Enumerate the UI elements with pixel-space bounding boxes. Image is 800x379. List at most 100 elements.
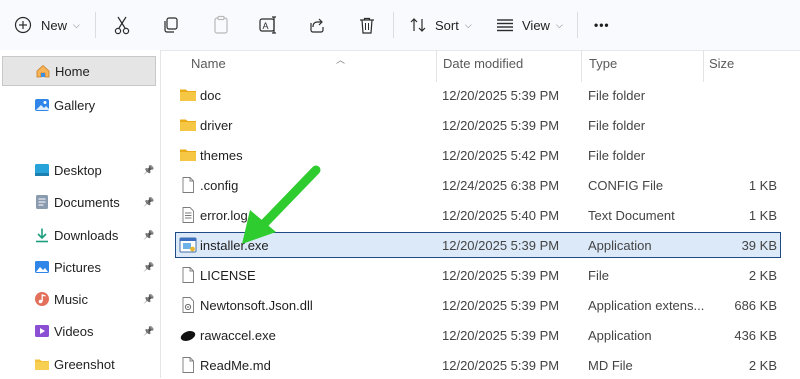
sidebar-item-documents[interactable]: Documents 📌 [2, 187, 156, 217]
file-name: LICENSE [200, 268, 256, 283]
mouse-app-icon [180, 331, 196, 341]
sidebar-item-music[interactable]: Music 📌 [2, 284, 156, 314]
sidebar-item-gallery[interactable]: Gallery [2, 90, 156, 120]
folder-icon [35, 359, 49, 370]
file-size: 39 KB [741, 238, 777, 253]
column-header-type[interactable]: Type [589, 56, 617, 71]
view-button[interactable]: View ⌵ [496, 10, 563, 40]
command-bar: New ⌵ A Sort ⌵ View ⌵ ••• [0, 0, 800, 51]
new-button[interactable]: New ⌵ [14, 10, 80, 40]
annotation-arrow-icon [242, 165, 321, 244]
sidebar-item-label: Home [55, 63, 90, 79]
column-header-name[interactable]: Name ︿ [191, 55, 345, 71]
sort-icon [410, 18, 426, 32]
delete-button[interactable] [358, 10, 376, 40]
folder-icon [180, 119, 196, 131]
column-divider[interactable] [581, 50, 582, 82]
file-type: Application [588, 328, 652, 343]
sidebar-item-pictures[interactable]: Pictures 📌 [2, 252, 156, 282]
file-type: Application [588, 238, 652, 253]
plus-circle-icon [14, 16, 32, 34]
scissors-icon [114, 16, 130, 35]
file-type: File folder [588, 118, 646, 133]
desktop-icon [35, 164, 49, 176]
paste-button[interactable] [212, 10, 230, 40]
column-divider[interactable] [436, 50, 437, 82]
file-date: 12/20/2025 5:39 PM [442, 268, 560, 283]
file-type: MD File [588, 358, 633, 373]
file-date: 12/20/2025 5:39 PM [442, 118, 560, 133]
file-type: File folder [588, 148, 646, 163]
chevron-down-icon: ⌵ [555, 19, 563, 30]
sidebar-item-label: Documents [54, 194, 120, 210]
file-name: doc [200, 88, 221, 103]
more-options-button[interactable]: ••• [594, 10, 610, 40]
column-header-date[interactable]: Date modified [443, 56, 523, 71]
chevron-down-icon: ⌵ [464, 19, 472, 30]
pin-icon[interactable]: 📌 [143, 197, 154, 208]
column-header-label: Date modified [443, 56, 524, 71]
file-type: File [588, 268, 609, 283]
toolbar-divider [393, 12, 394, 38]
toolbar-divider [577, 12, 578, 38]
file-size: 436 KB [734, 328, 777, 343]
dll-icon [182, 297, 194, 313]
file-type: Application extens... [588, 298, 705, 313]
file-icon [182, 177, 194, 193]
share-icon [310, 18, 324, 33]
sort-label: Sort [435, 17, 459, 33]
file-icon [182, 357, 194, 373]
file-row[interactable]: LICENSE 12/20/2025 5:39 PM File 2 KB [175, 262, 781, 288]
videos-icon [35, 325, 49, 337]
sidebar-item-label: Downloads [54, 227, 119, 243]
copy-button[interactable] [162, 10, 180, 40]
file-date: 12/24/2025 6:38 PM [442, 178, 560, 193]
column-divider[interactable] [703, 50, 704, 82]
pin-icon[interactable]: 📌 [143, 294, 154, 305]
pin-icon[interactable]: 📌 [143, 230, 154, 241]
folder-icon [180, 89, 196, 101]
file-row[interactable]: doc 12/20/2025 5:39 PM File folder [175, 82, 781, 108]
pin-icon[interactable]: 📌 [143, 326, 154, 337]
sidebar-item-desktop[interactable]: Desktop 📌 [2, 155, 156, 185]
file-row[interactable]: ReadMe.md 12/20/2025 5:39 PM MD File 2 K… [175, 352, 781, 378]
file-name: Newtonsoft.Json.dll [200, 298, 313, 313]
file-name: driver [200, 118, 233, 133]
sidebar-item-home[interactable]: Home [2, 56, 156, 86]
sidebar-item-downloads[interactable]: Downloads 📌 [2, 220, 156, 250]
cut-button[interactable] [113, 10, 131, 40]
rename-button[interactable]: A [259, 10, 279, 40]
column-header-label: Type [589, 56, 618, 71]
share-button[interactable] [309, 10, 327, 40]
file-type: Text Document [588, 208, 675, 223]
downloads-icon [36, 228, 48, 243]
more-dots-icon: ••• [594, 18, 610, 32]
copy-icon [164, 17, 178, 33]
view-list-icon [497, 19, 513, 32]
pictures-icon [35, 261, 49, 273]
column-header-size[interactable]: Size [709, 56, 734, 71]
sort-button[interactable]: Sort ⌵ [409, 10, 472, 40]
music-icon [35, 292, 49, 306]
file-size: 686 KB [734, 298, 777, 313]
gallery-icon [35, 99, 49, 111]
documents-icon [36, 195, 48, 209]
pin-icon[interactable]: 📌 [143, 262, 154, 273]
new-label: New [41, 17, 68, 33]
file-type: CONFIG File [588, 178, 664, 193]
chevron-down-icon: ⌵ [73, 19, 80, 30]
sidebar-item-label: Greenshot [54, 356, 115, 372]
trash-icon [360, 17, 374, 34]
sidebar-item-videos[interactable]: Videos 📌 [2, 316, 156, 346]
file-name: rawaccel.exe [200, 328, 276, 343]
pin-icon[interactable]: 📌 [143, 165, 154, 176]
file-date: 12/20/2025 5:42 PM [442, 148, 560, 163]
file-row[interactable]: rawaccel.exe 12/20/2025 5:39 PM Applicat… [175, 322, 781, 348]
rename-icon: A [259, 16, 276, 34]
sidebar-item-greenshot[interactable]: Greenshot [2, 349, 156, 379]
toolbar-divider [95, 12, 96, 38]
file-type: File folder [588, 88, 646, 103]
file-row[interactable]: driver 12/20/2025 5:39 PM File folder [175, 112, 781, 138]
file-date: 12/20/2025 5:39 PM [442, 358, 560, 373]
file-row[interactable]: Newtonsoft.Json.dll 12/20/2025 5:39 PM A… [175, 292, 781, 318]
